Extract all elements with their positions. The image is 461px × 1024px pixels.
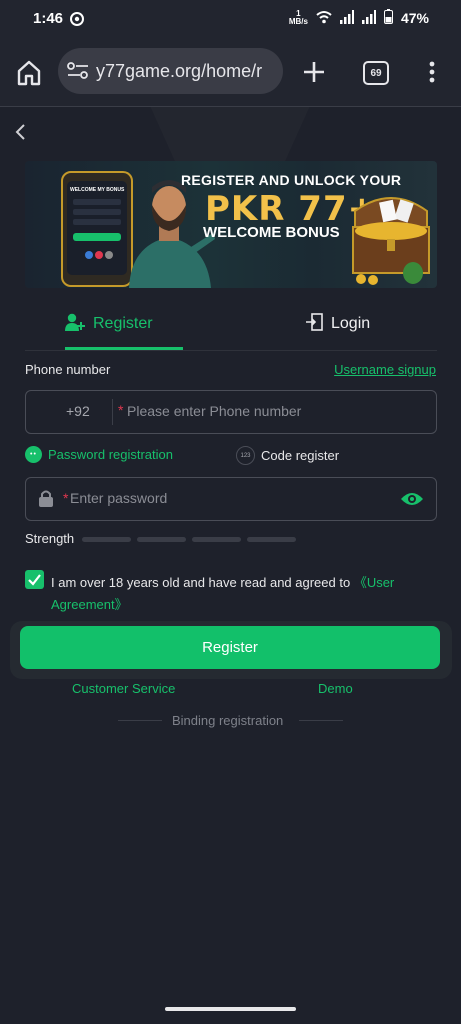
promo-banner[interactable]: WELCOME MY BONUS REGISTER AND UNLOCK YOU… xyxy=(25,161,437,288)
country-code-select[interactable]: +92 xyxy=(66,403,90,419)
code-register-label: Code register xyxy=(261,448,340,463)
net-speed: 1 MB/s xyxy=(288,9,308,26)
site-settings-icon[interactable] xyxy=(67,62,89,85)
more-menu-icon[interactable] xyxy=(427,60,437,84)
tab-login-label: Login xyxy=(331,315,371,332)
phone-label: Phone number xyxy=(25,362,111,377)
divider-line xyxy=(118,720,162,721)
banner-bonus: WELCOME BONUS xyxy=(203,224,340,241)
password-registration-label: Password registration xyxy=(48,447,173,462)
password-field[interactable]: * Enter password xyxy=(25,477,437,521)
code-123-icon: 123 xyxy=(236,446,255,465)
agreement-checkbox[interactable] xyxy=(25,570,44,589)
customer-service-link[interactable]: Customer Service xyxy=(72,681,175,696)
agreement-text: I am over 18 years old and have read and… xyxy=(51,575,395,612)
back-arrow-icon[interactable] xyxy=(10,121,32,143)
field-divider xyxy=(112,399,113,425)
lock-icon xyxy=(38,489,54,512)
register-page: WELCOME MY BONUS REGISTER AND UNLOCK YOU… xyxy=(0,107,461,1024)
url-text[interactable]: y77game.org/home/r xyxy=(96,61,262,82)
required-mark: * xyxy=(63,490,69,506)
required-mark: * xyxy=(118,402,124,418)
signal-icon-2 xyxy=(361,9,376,27)
password-registration-option[interactable]: •• Password registration xyxy=(25,446,173,463)
battery-icon xyxy=(383,9,393,27)
password-dots-icon: •• xyxy=(25,446,42,463)
battery-percent: 47% xyxy=(400,10,429,26)
phone-placeholder[interactable]: Please enter Phone number xyxy=(127,403,301,419)
status-time: 1:46 xyxy=(33,10,64,27)
username-signup-link[interactable]: Username signup xyxy=(334,362,436,377)
phone-number-field[interactable]: +92 * Please enter Phone number xyxy=(25,390,437,434)
status-bar: 1:46 1 MB/s 47% xyxy=(0,0,461,38)
register-button[interactable]: Register xyxy=(20,626,440,669)
url-bar[interactable]: y77game.org/home/r xyxy=(58,48,283,94)
wifi-icon xyxy=(316,10,332,27)
browser-toolbar: y77game.org/home/r 69 xyxy=(0,38,461,107)
new-tab-icon[interactable] xyxy=(300,58,328,86)
tab-register[interactable]: Register xyxy=(65,301,153,347)
code-register-option[interactable]: 123 Code register xyxy=(236,446,339,465)
checkmark-icon xyxy=(28,574,41,586)
tab-switcher-button[interactable]: 69 xyxy=(363,61,389,85)
strength-segment xyxy=(82,537,131,542)
auth-tabs: Register Login xyxy=(25,301,437,351)
password-placeholder[interactable]: Enter password xyxy=(70,490,167,506)
home-indicator[interactable] xyxy=(165,1007,296,1011)
chrome-notification-icon xyxy=(70,12,84,30)
divider-line xyxy=(299,720,343,721)
tab-register-label: Register xyxy=(93,315,153,332)
eye-icon[interactable] xyxy=(400,490,424,513)
strength-segment xyxy=(247,537,296,542)
signal-icon xyxy=(339,9,354,27)
login-door-icon xyxy=(305,312,323,336)
binding-registration[interactable]: Binding registration xyxy=(172,713,283,728)
strength-label: Strength xyxy=(25,531,75,546)
treasure-chest-illustration xyxy=(352,197,430,285)
tab-divider xyxy=(25,350,437,351)
strength-segment xyxy=(137,537,186,542)
add-user-icon xyxy=(65,313,85,336)
demo-link[interactable]: Demo xyxy=(318,681,353,696)
strength-segment xyxy=(192,537,241,542)
tab-login[interactable]: Login xyxy=(305,301,370,347)
home-icon[interactable] xyxy=(14,58,44,88)
